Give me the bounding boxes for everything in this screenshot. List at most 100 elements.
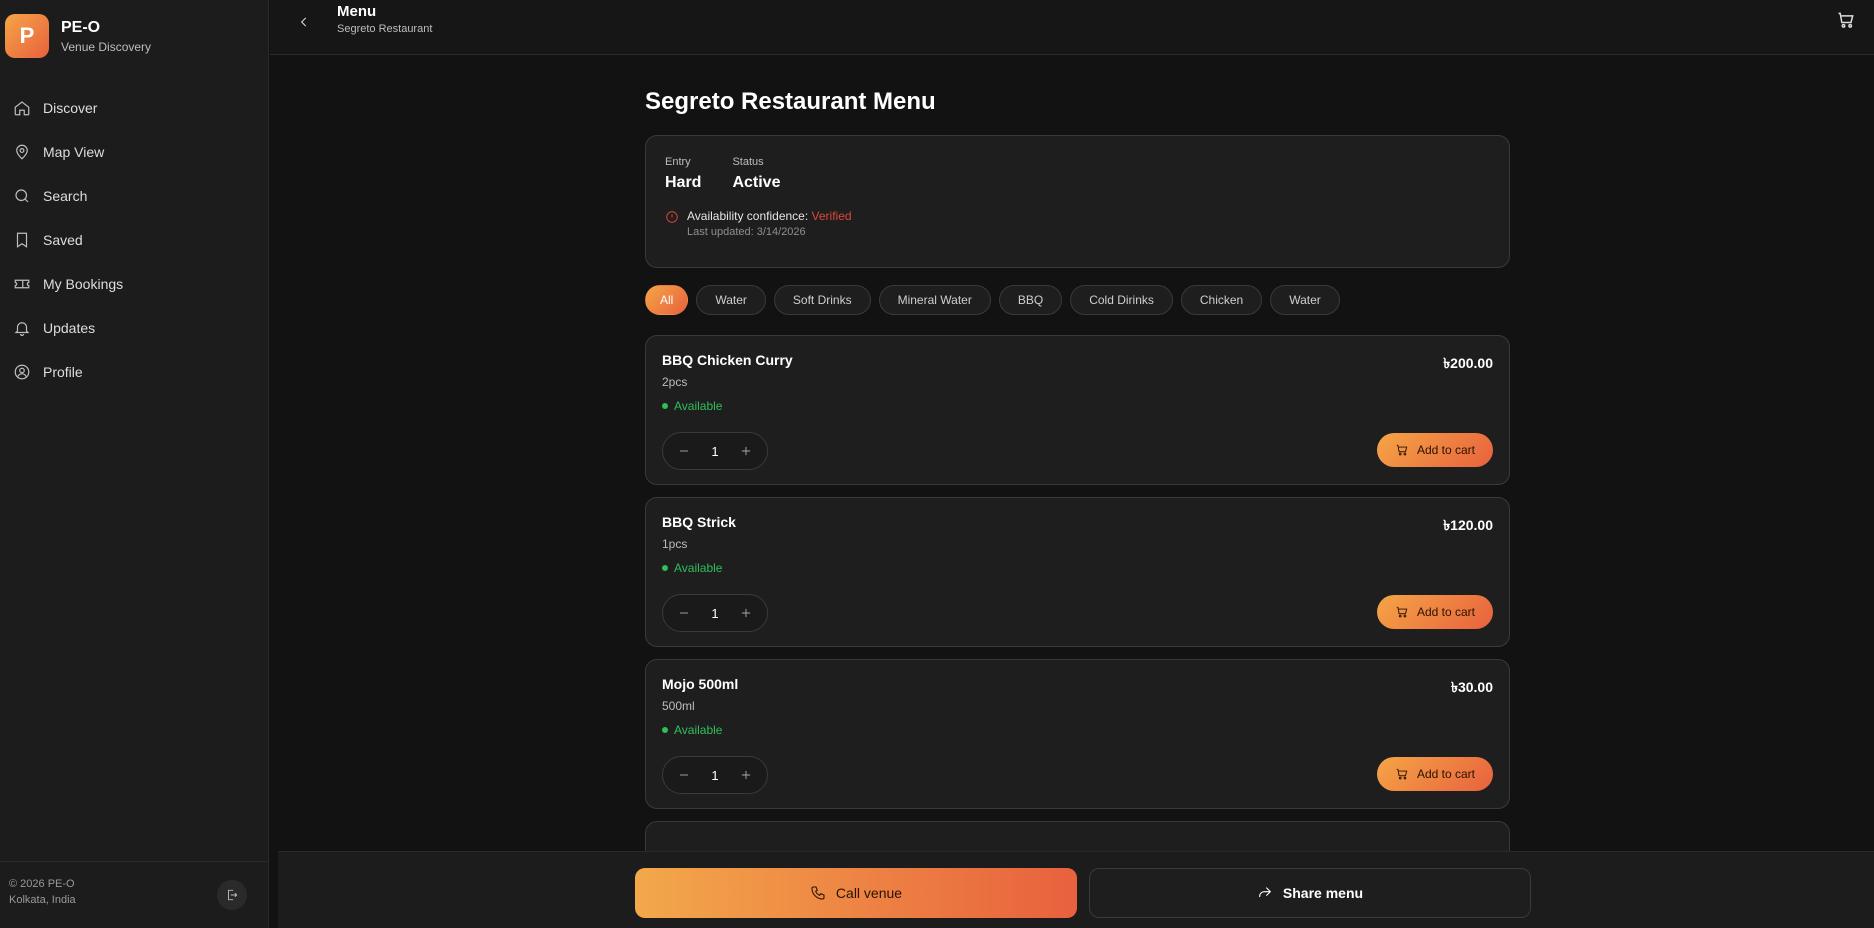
brand[interactable]: P PE-O Venue Discovery — [0, 0, 268, 72]
filter-chip-water-2[interactable]: Water — [1270, 285, 1340, 315]
plus-icon — [741, 770, 751, 780]
sidebar-item-label: My Bookings — [43, 276, 124, 292]
filter-chip-chicken[interactable]: Chicken — [1180, 285, 1263, 315]
map-pin-icon — [16, 144, 28, 160]
decrease-button[interactable] — [675, 604, 693, 622]
availability-confidence: Availability confidence: Verified Last u… — [665, 209, 1490, 238]
status-value: Active — [732, 174, 781, 191]
home-icon — [14, 101, 30, 116]
decrease-button[interactable] — [675, 766, 693, 784]
menu-item-price: ৳200.00 — [1443, 355, 1493, 371]
quantity-value: 1 — [711, 767, 719, 783]
menu-item-card: Mojo 500ml ৳30.00 500ml Available 1 Add … — [645, 659, 1510, 809]
availability-text: Available — [674, 561, 723, 575]
increase-button[interactable] — [737, 766, 755, 784]
menu-item-price: ৳120.00 — [1443, 517, 1493, 533]
minus-icon — [679, 774, 689, 776]
share-menu-label: Share menu — [1282, 885, 1364, 901]
add-to-cart-button[interactable]: Add to cart — [1377, 757, 1493, 791]
menu-item-card: BBQ Chicken Curry ৳200.00 2pcs Available… — [645, 335, 1510, 485]
decrease-button[interactable] — [675, 442, 693, 460]
page-header-subtitle: Segreto Restaurant — [337, 23, 433, 35]
ticket-icon — [14, 279, 30, 289]
availability-badge: Available — [662, 399, 1493, 413]
call-venue-button[interactable]: Call venue — [635, 868, 1077, 918]
filter-chip-all[interactable]: All — [645, 285, 689, 315]
increase-button[interactable] — [737, 442, 755, 460]
venue-info-card: Entry Hard Status Active Availability co… — [645, 135, 1510, 268]
brand-name: PE-O — [61, 18, 101, 36]
quantity-stepper: 1 — [662, 594, 768, 632]
minus-icon — [679, 612, 689, 614]
chevron-left-icon — [300, 17, 307, 27]
share-menu-button[interactable]: Share menu — [1089, 868, 1531, 918]
sidebar: P PE-O Venue Discovery Discover Map View… — [0, 0, 269, 928]
menu-item-unit: 2pcs — [662, 375, 688, 389]
add-to-cart-label: Add to cart — [1416, 443, 1476, 457]
minus-icon — [679, 450, 689, 452]
menu-item-list: BBQ Chicken Curry ৳200.00 2pcs Available… — [645, 335, 1510, 861]
plus-icon — [741, 608, 751, 618]
sidebar-item-search[interactable]: Search — [0, 174, 268, 218]
cart-icon — [1396, 768, 1408, 780]
menu-item-price: ৳30.00 — [1450, 679, 1493, 695]
phone-icon — [811, 886, 825, 900]
sidebar-item-discover[interactable]: Discover — [0, 86, 268, 130]
filter-chip-water[interactable]: Water — [696, 285, 766, 315]
sidebar-item-profile[interactable]: Profile — [0, 350, 268, 394]
menu-content: Segreto Restaurant Menu Entry Hard Statu… — [645, 88, 1510, 873]
filter-chip-soft-drinks[interactable]: Soft Drinks — [773, 285, 871, 315]
sidebar-footer: © 2026 PE-O Kolkata, India — [0, 861, 269, 928]
logout-button[interactable] — [217, 880, 247, 910]
status-dot — [662, 565, 668, 571]
menu-item-card: BBQ Strick ৳120.00 1pcs Available 1 Add … — [645, 497, 1510, 647]
status-meta: Status Active — [732, 156, 780, 192]
plus-icon — [741, 446, 751, 456]
cart-button[interactable] — [1836, 10, 1858, 32]
back-button[interactable] — [292, 10, 316, 34]
sidebar-item-map-view[interactable]: Map View — [0, 130, 268, 174]
brand-logo: P — [5, 14, 49, 58]
sidebar-item-label: Updates — [43, 320, 96, 336]
availability-badge: Available — [662, 723, 1493, 737]
logout-icon — [228, 889, 238, 901]
filter-chip-mineral-water[interactable]: Mineral Water — [878, 285, 991, 315]
quantity-value: 1 — [711, 443, 719, 459]
user-circle-icon — [14, 364, 30, 380]
status-dot — [662, 727, 668, 733]
sidebar-item-label: Profile — [43, 364, 83, 380]
share-icon — [1259, 887, 1272, 897]
bell-icon — [14, 322, 30, 337]
confidence-value: Verified — [811, 209, 852, 223]
sidebar-item-saved[interactable]: Saved — [0, 218, 268, 262]
filter-chip-bbq[interactable]: BBQ — [998, 285, 1063, 315]
menu-item-name: BBQ Chicken Curry — [662, 352, 793, 368]
entry-meta: Entry Hard — [665, 156, 701, 192]
sidebar-item-label: Map View — [43, 144, 105, 160]
entry-label: Entry — [665, 156, 691, 168]
top-bar: Menu Segreto Restaurant — [270, 0, 1874, 55]
sidebar-item-label: Discover — [43, 100, 98, 116]
add-to-cart-button[interactable]: Add to cart — [1377, 433, 1493, 467]
cart-icon — [1838, 12, 1854, 28]
app-root: P PE-O Venue Discovery Discover Map View… — [0, 0, 1874, 928]
search-icon — [15, 189, 29, 203]
sidebar-item-updates[interactable]: Updates — [0, 306, 268, 350]
filter-chip-cold-drinks[interactable]: Cold Dirinks — [1070, 285, 1173, 315]
availability-badge: Available — [662, 561, 1493, 575]
add-to-cart-label: Add to cart — [1416, 767, 1476, 781]
page-header-title: Menu — [337, 3, 377, 20]
sidebar-item-label: Search — [43, 188, 88, 204]
entry-value: Hard — [665, 174, 702, 191]
bookmark-icon — [16, 232, 28, 248]
sidebar-item-my-bookings[interactable]: My Bookings — [0, 262, 268, 306]
category-filters: All Water Soft Drinks Mineral Water BBQ … — [645, 285, 1510, 315]
status-label: Status — [732, 156, 764, 168]
sidebar-item-label: Saved — [43, 232, 83, 248]
sidebar-nav: Discover Map View Search Saved My Bookin… — [0, 86, 268, 394]
call-venue-label: Call venue — [835, 885, 903, 901]
add-to-cart-button[interactable]: Add to cart — [1377, 595, 1493, 629]
bottom-action-bar: Call venue Share menu — [278, 851, 1874, 928]
increase-button[interactable] — [737, 604, 755, 622]
alert-circle-icon — [666, 211, 678, 223]
